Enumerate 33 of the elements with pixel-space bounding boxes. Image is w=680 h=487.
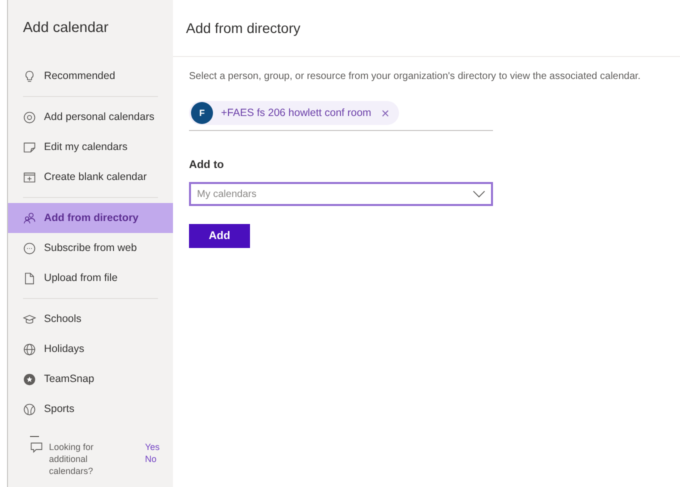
field-label: Add to (189, 159, 224, 171)
sidebar-item[interactable]: Schools (8, 304, 173, 334)
remove-button[interactable]: × (379, 106, 392, 120)
lightbulb-icon (23, 70, 36, 82)
sidebar-item[interactable]: Edit my calendars (8, 132, 173, 162)
sidebar-item[interactable]: Create blank calendar (8, 162, 173, 192)
avatar-initial: F (191, 102, 213, 124)
calendar-dropdown[interactable]: My calendars (189, 182, 493, 206)
sidebar-item[interactable]: Add from directory (8, 203, 173, 233)
feedback-question: Looking for additional calendars? (49, 441, 95, 477)
panel-title: Add calendar (22, 20, 110, 36)
sidebar-item[interactable]: Add personal calendars (8, 102, 173, 132)
person-chip[interactable]: F +FAES fs 206 howlett conf room × (189, 101, 400, 125)
ball-icon (23, 402, 36, 416)
sidebar-item[interactable]: Recommended (8, 61, 173, 91)
page-title: Add from directory (186, 20, 300, 36)
chevron-down-icon (472, 190, 486, 198)
calendar-plus-icon (23, 170, 36, 184)
graduation-cap-icon (23, 312, 36, 326)
yes-link[interactable]: Yes (145, 441, 160, 453)
sidebar-item[interactable]: Holidays (8, 334, 173, 364)
sidebar-item[interactable]: Sports (8, 394, 173, 424)
add-button[interactable]: Add (189, 224, 250, 248)
no-link[interactable]: No (145, 453, 160, 465)
comment-icon (30, 441, 43, 454)
chip-label: +FAES fs 206 howlett conf room (221, 107, 372, 119)
people-icon (23, 212, 36, 224)
globe-icon (23, 342, 36, 356)
sidebar-item[interactable]: Subscribe from web (8, 233, 173, 263)
description-text: Select a person, group, or resource from your organization's directory to view the associated calendar. (189, 71, 641, 82)
sidebar-item[interactable]: Upload from file (8, 263, 173, 293)
sidebar-item[interactable]: TeamSnap (8, 364, 173, 394)
star-badge-icon (23, 372, 36, 386)
